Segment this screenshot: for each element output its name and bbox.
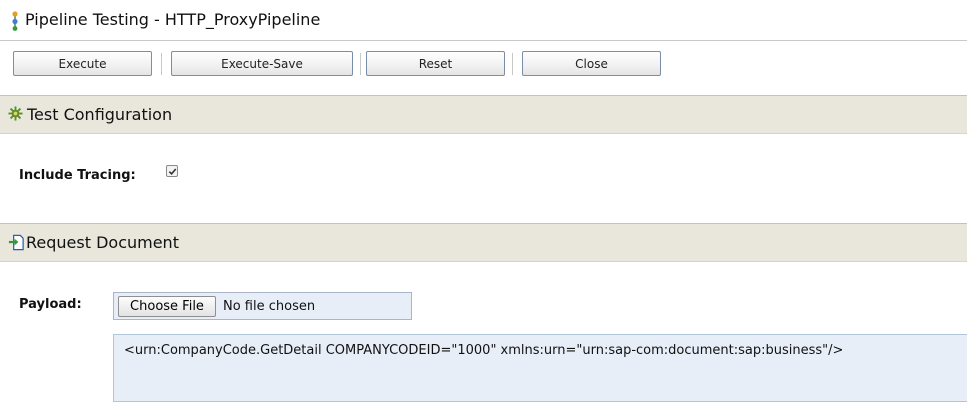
execute-save-button[interactable]: Execute-Save bbox=[171, 51, 353, 76]
pipeline-icon bbox=[12, 11, 18, 31]
include-tracing-checkbox[interactable] bbox=[166, 165, 178, 177]
request-document-header[interactable]: Request Document bbox=[0, 223, 967, 262]
file-status: No file chosen bbox=[223, 299, 316, 314]
checkmark-icon bbox=[168, 167, 176, 175]
document-import-icon bbox=[8, 234, 24, 251]
toolbar-separator bbox=[512, 53, 513, 75]
reset-button[interactable]: Reset bbox=[366, 51, 505, 76]
execute-button[interactable]: Execute bbox=[13, 51, 152, 76]
page-title: Pipeline Testing - HTTP_ProxyPipeline bbox=[25, 10, 321, 29]
close-button[interactable]: Close bbox=[522, 51, 661, 76]
include-tracing-label: Include Tracing: bbox=[19, 168, 136, 183]
payload-label: Payload: bbox=[19, 297, 82, 312]
toolbar-separator bbox=[360, 53, 361, 75]
gear-icon bbox=[8, 106, 23, 121]
toolbar: Execute Execute-Save Reset Close bbox=[0, 40, 967, 85]
section-title: Test Configuration bbox=[27, 105, 173, 124]
payload-text: <urn:CompanyCode.GetDetail COMPANYCODEID… bbox=[124, 343, 844, 358]
choose-file-button[interactable]: Choose File bbox=[118, 296, 216, 317]
toolbar-separator bbox=[161, 53, 162, 75]
section-title: Request Document bbox=[26, 233, 179, 252]
payload-textarea[interactable]: <urn:CompanyCode.GetDetail COMPANYCODEID… bbox=[113, 334, 967, 402]
title-bar: Pipeline Testing - HTTP_ProxyPipeline bbox=[0, 0, 967, 40]
test-configuration-header[interactable]: Test Configuration bbox=[0, 95, 967, 134]
file-picker: Choose File No file chosen bbox=[113, 292, 412, 320]
